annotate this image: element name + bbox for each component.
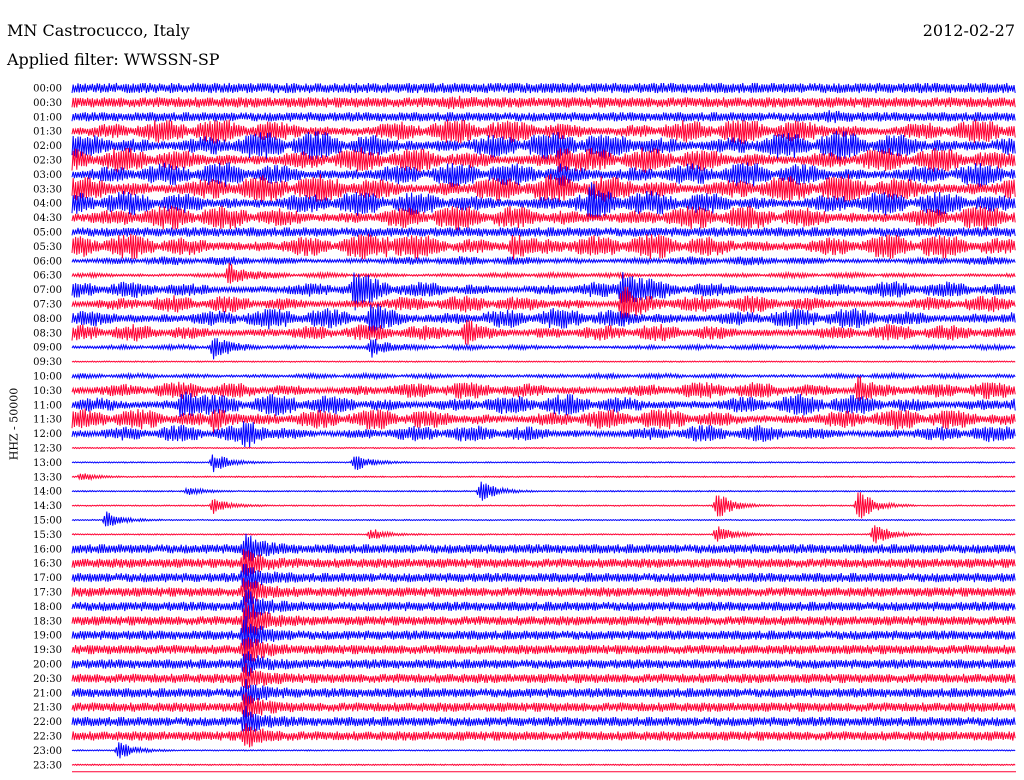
row-time-label: 17:30 bbox=[33, 588, 62, 599]
row-time-label: 21:30 bbox=[33, 703, 62, 714]
row-time-label: 11:00 bbox=[33, 400, 62, 411]
row-time-label: 09:00 bbox=[33, 343, 62, 354]
row-time-label: 13:30 bbox=[33, 472, 62, 483]
row-time-label: 03:30 bbox=[33, 184, 62, 195]
row-time-label: 03:00 bbox=[33, 170, 62, 181]
row-time-label: 21:00 bbox=[33, 688, 62, 699]
row-time-label: 22:30 bbox=[33, 732, 62, 743]
row-time-label: 02:30 bbox=[33, 156, 62, 167]
trace-row bbox=[71, 651, 1016, 677]
row-time-label: 04:00 bbox=[33, 199, 62, 210]
trace-row bbox=[71, 723, 1016, 748]
row-time-label: 17:00 bbox=[33, 573, 62, 584]
row-time-label: 18:30 bbox=[33, 616, 62, 627]
row-time-label: 18:00 bbox=[33, 602, 62, 613]
trace-row bbox=[71, 95, 1016, 110]
trace-row bbox=[71, 525, 1016, 544]
trace-row bbox=[71, 360, 1016, 363]
row-time-label: 06:30 bbox=[33, 271, 62, 282]
row-time-label: 01:00 bbox=[33, 112, 62, 123]
trace-row bbox=[71, 577, 1016, 606]
trace-row bbox=[71, 473, 1016, 482]
row-time-label: 14:30 bbox=[33, 501, 62, 512]
row-time-label: 10:00 bbox=[33, 372, 62, 383]
row-time-label: 02:00 bbox=[33, 141, 62, 152]
trace-row bbox=[71, 763, 1016, 767]
row-time-label: 10:30 bbox=[33, 386, 62, 397]
trace-row bbox=[71, 481, 1016, 501]
row-time-label: 22:00 bbox=[33, 717, 62, 728]
row-time-label: 01:30 bbox=[33, 127, 62, 138]
trace-row bbox=[71, 454, 1016, 473]
trace-row bbox=[71, 637, 1016, 664]
trace-row bbox=[71, 371, 1016, 381]
row-time-label: 23:00 bbox=[33, 746, 62, 757]
row-time-label: 08:00 bbox=[33, 314, 62, 325]
trace-row bbox=[71, 549, 1016, 576]
row-time-label: 16:00 bbox=[33, 544, 62, 555]
trace-row bbox=[71, 492, 1016, 519]
row-time-label: 12:30 bbox=[33, 444, 62, 455]
trace-row bbox=[71, 262, 1016, 284]
row-time-label: 14:00 bbox=[33, 487, 62, 498]
row-time-label: 07:00 bbox=[33, 285, 62, 296]
row-time-label: 06:00 bbox=[33, 256, 62, 267]
row-time-label: 19:00 bbox=[33, 631, 62, 642]
row-time-label: 15:00 bbox=[33, 516, 62, 527]
row-time-label: 08:30 bbox=[33, 328, 62, 339]
trace-row bbox=[71, 742, 1016, 759]
trace-row bbox=[71, 227, 1016, 237]
trace-row bbox=[71, 446, 1016, 450]
row-time-label: 09:30 bbox=[33, 357, 62, 368]
trace-row bbox=[71, 563, 1016, 593]
tick-label-group: 00:00 00:30 01:00 01:30 02:00 02:30 03:00 03:30… bbox=[33, 84, 62, 772]
row-time-label: 19:30 bbox=[33, 645, 62, 656]
trace-row bbox=[71, 82, 1016, 94]
row-time-label: 20:00 bbox=[33, 660, 62, 671]
row-time-label: 11:30 bbox=[33, 415, 62, 426]
trace-row bbox=[71, 391, 1016, 417]
row-time-label: 15:30 bbox=[33, 530, 62, 541]
row-time-label: 07:30 bbox=[33, 300, 62, 311]
trace-group bbox=[71, 82, 1016, 767]
trace-row bbox=[71, 376, 1016, 402]
row-time-label: 00:00 bbox=[33, 84, 62, 95]
row-time-label: 23:30 bbox=[33, 760, 62, 771]
row-time-label: 04:30 bbox=[33, 213, 62, 224]
row-time-label: 00:30 bbox=[33, 98, 62, 109]
trace-row bbox=[71, 256, 1016, 266]
helicorder-plot: 00:00 00:30 01:00 01:30 02:00 02:30 03:00 03:30… bbox=[33, 82, 1016, 773]
trace-row bbox=[71, 233, 1016, 260]
trace-row bbox=[71, 110, 1016, 124]
row-time-label: 16:30 bbox=[33, 559, 62, 570]
trace-row bbox=[71, 338, 1016, 360]
row-time-label: 12:00 bbox=[33, 429, 62, 440]
row-time-label: 05:00 bbox=[33, 228, 62, 239]
row-time-label: 05:30 bbox=[33, 242, 62, 253]
row-time-label: 20:30 bbox=[33, 674, 62, 685]
row-time-label: 13:00 bbox=[33, 458, 62, 469]
